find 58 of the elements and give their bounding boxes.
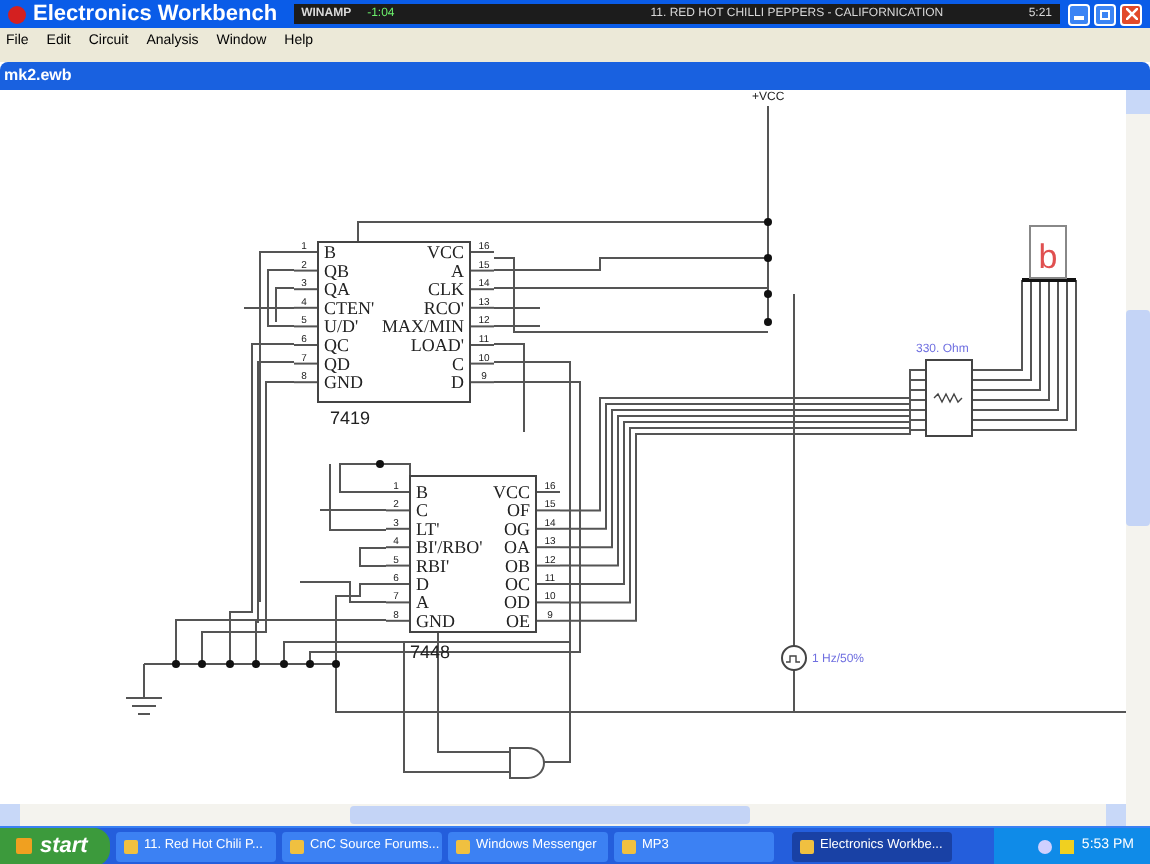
pin-label: BI'/RBO' bbox=[416, 537, 483, 558]
pin-label: CLK bbox=[428, 279, 464, 300]
app-icon bbox=[8, 5, 26, 23]
pin-label: C bbox=[416, 500, 429, 521]
pin-label: C bbox=[451, 353, 464, 374]
window-title: Electronics Workbench bbox=[33, 0, 278, 30]
pin-label: OE bbox=[506, 610, 530, 631]
maximize-button[interactable] bbox=[1094, 3, 1116, 25]
resistor-pack bbox=[925, 359, 973, 437]
horizontal-scrollbar[interactable] bbox=[0, 804, 1150, 826]
app-icon bbox=[800, 839, 814, 853]
pin-label: A bbox=[451, 260, 464, 281]
pin-label: OF bbox=[506, 500, 530, 521]
pin-label: MAX/MIN bbox=[381, 316, 464, 337]
seven-segment-display bbox=[1029, 225, 1067, 279]
close-button[interactable] bbox=[1120, 3, 1142, 25]
pin-label: RCO' bbox=[423, 297, 464, 318]
pin-label: VCC bbox=[492, 482, 530, 502]
pin-label: LOAD' bbox=[410, 335, 464, 355]
pin-label: LT' bbox=[416, 518, 440, 539]
pin-label: B bbox=[324, 242, 337, 262]
pin-label: RBI' bbox=[416, 555, 450, 576]
scroll-thumb[interactable] bbox=[1126, 310, 1150, 526]
pin-label: U/D' bbox=[324, 316, 359, 337]
pin-label: OD bbox=[504, 592, 530, 613]
pin-label: CTEN' bbox=[324, 297, 375, 318]
pin-label: B bbox=[416, 482, 429, 502]
app-icon bbox=[622, 839, 636, 853]
pin-label: QA bbox=[324, 279, 350, 300]
vertical-scrollbar[interactable] bbox=[1126, 90, 1150, 804]
app-icon bbox=[290, 839, 304, 853]
app-icon bbox=[124, 839, 138, 853]
close-icon bbox=[1125, 8, 1137, 20]
windows-logo-icon bbox=[16, 838, 32, 854]
pin-label: D bbox=[451, 372, 464, 393]
pin-label: QD bbox=[324, 353, 350, 374]
start-button[interactable]: start bbox=[0, 827, 110, 864]
pin-label: D bbox=[416, 574, 429, 594]
scroll-thumb[interactable] bbox=[350, 806, 750, 824]
pin-label: GND bbox=[324, 372, 363, 393]
clock-source-icon bbox=[781, 645, 807, 671]
minimize-button[interactable] bbox=[1068, 3, 1090, 25]
app-icon bbox=[456, 839, 470, 853]
pin-label: VCC bbox=[426, 242, 464, 262]
display-digit: b bbox=[1038, 238, 1058, 276]
chip-part-label: 7419 bbox=[330, 408, 371, 428]
pin-label: OA bbox=[504, 537, 530, 558]
pin-label: GND bbox=[416, 610, 455, 631]
pin-label: OB bbox=[504, 555, 530, 576]
pin-label: QC bbox=[324, 335, 350, 355]
scroll-up-button[interactable] bbox=[1126, 90, 1150, 114]
pin-label: OC bbox=[504, 574, 530, 594]
document-title: mk2.ewb bbox=[4, 64, 72, 88]
scroll-right-button[interactable] bbox=[1106, 804, 1126, 826]
pin-label: QB bbox=[324, 260, 350, 281]
pin-label: A bbox=[416, 592, 429, 613]
scroll-left-button[interactable] bbox=[0, 804, 20, 826]
pin-label: OG bbox=[504, 518, 530, 539]
